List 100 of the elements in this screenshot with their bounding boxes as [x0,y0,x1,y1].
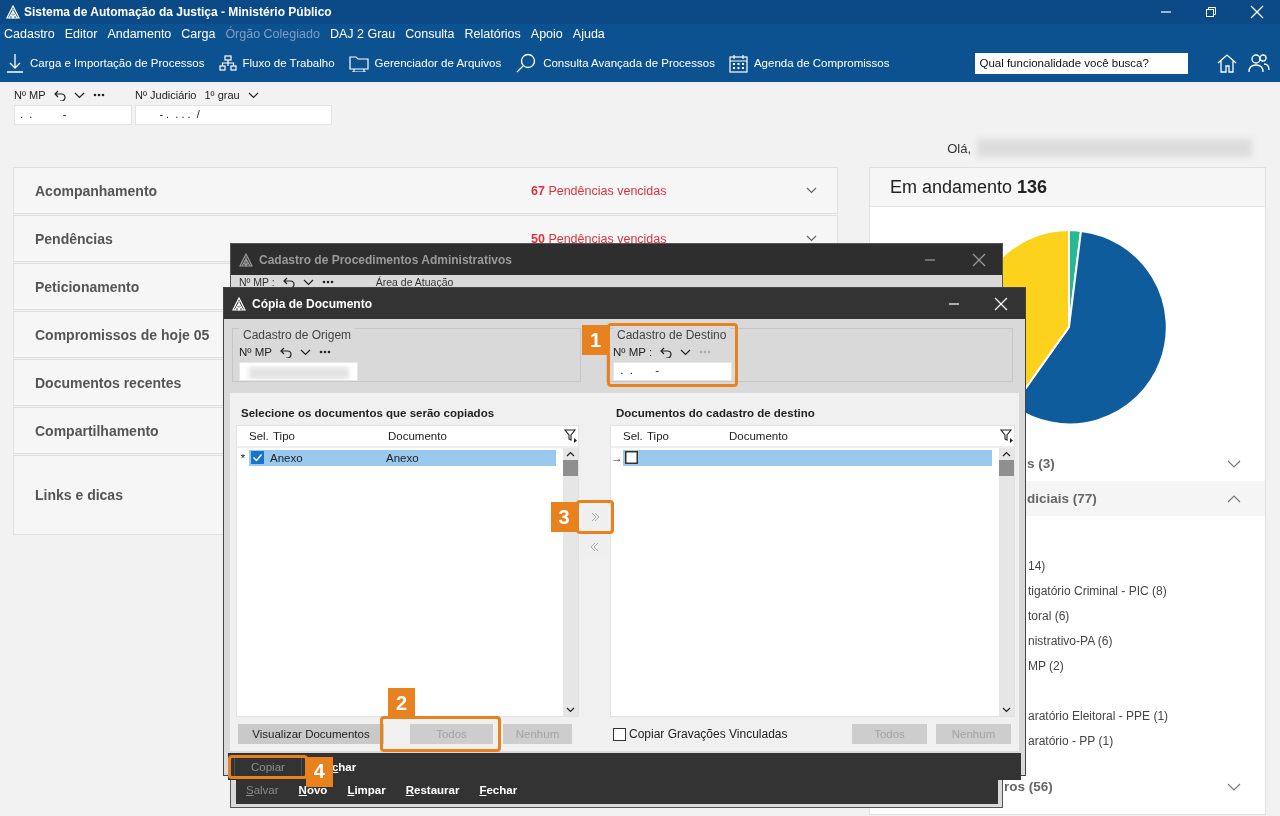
checkbox[interactable] [251,451,264,464]
toolbar-button[interactable]: Consulta Avançada de Processos [515,53,715,73]
undo-icon[interactable] [282,276,295,288]
toolbar-button[interactable]: Agenda de Compromissos [728,53,890,73]
action-button[interactable]: Visualizar Documentos [236,722,386,746]
column-header: Sel. [623,430,644,442]
input-field[interactable]: . . - [14,105,132,125]
filter-icon[interactable] [1000,429,1014,443]
chevron-down-icon[interactable] [73,91,85,99]
section-title: Compartilhamento [35,422,159,439]
menu-item[interactable]: Carga [181,27,216,41]
undo-icon[interactable] [660,346,673,358]
search-field[interactable]: Qual funcionalidade você busca? [975,52,1189,74]
action-link[interactable]: Limpar [347,783,386,796]
download-icon [6,53,24,73]
section-heading: Selecione os documentos que serão copiados [240,407,496,421]
column-header: Tipo [647,430,670,442]
category-item[interactable]: MP (2) [1028,654,1265,679]
category-item[interactable]: tigatório Criminal - PIC (8) [1028,579,1265,604]
search-icon [515,53,538,73]
checkbox-option[interactable]: Copiar Gravações Vinculadas [613,727,788,741]
field-label: Nº MP [239,346,272,358]
window-title: Sistema de Automação da Justiça - Ministério Público [24,5,332,19]
undo-icon[interactable] [53,89,66,101]
field-label: Nº MP : [613,346,653,358]
scroll-down-icon[interactable] [1002,707,1011,713]
chevron-down-icon[interactable] [302,278,314,286]
logo-icon [232,296,246,311]
checkbox[interactable] [625,451,638,464]
menu-item[interactable]: Cadastro [4,27,55,41]
more-icon[interactable] [318,350,331,354]
toolbar-button[interactable]: Carga e Importação de Processos [6,53,205,73]
category-item[interactable]: nistrativo-PA (6) [1028,629,1265,654]
row-marker: * [239,451,247,464]
section-title: Links e dicas [35,487,123,503]
scrollbar[interactable] [999,448,1014,716]
input-field[interactable]: . . - [613,362,732,381]
column-header: Documento [388,430,448,442]
category-item[interactable]: toral (6) [1028,604,1265,629]
section-title: Documentos recentes [35,374,182,391]
step-badge: 4 [305,756,333,787]
menu-item[interactable]: Apoio [530,27,563,41]
users-icon[interactable] [1248,53,1270,73]
degree-label: 1º grau [204,89,240,101]
category-item[interactable]: aratório Eleitoral - PPE (1) [1028,704,1265,729]
input-field[interactable] [239,362,358,381]
scroll-up-icon[interactable] [1002,451,1011,457]
more-icon[interactable] [92,93,105,97]
org-chart-icon [218,55,237,71]
greeting: Olá, [947,140,971,156]
menu-item[interactable]: Editor [64,27,98,41]
scroll-down-icon[interactable] [566,707,575,713]
filter-icon[interactable] [564,429,578,443]
category-item[interactable]: 14) [1028,554,1265,579]
window-title: Cópia de Documento [252,296,372,311]
chevron-down-icon[interactable] [299,348,311,356]
action-link[interactable]: char [331,760,357,773]
menu-item[interactable]: Ajuda [572,27,605,41]
folder-icon [348,54,369,72]
category-row[interactable]: s (3) [870,446,1265,481]
field-label: Nº MP [14,89,46,101]
chevron-down-icon[interactable] [680,348,692,356]
accordion-row[interactable]: Acompanhamento 67 Pendências vencidas [13,167,838,214]
field-label: Área de Atuação [375,276,454,288]
chevron-down-icon[interactable] [247,91,259,99]
overdue-count: 50 Pendências vencidas [531,231,667,246]
toolbar-button[interactable]: Gerenciador de Arquivos [348,54,502,72]
category-label: ros (56) [1004,779,1054,794]
double-chevron-left-icon [589,542,600,552]
calendar-icon [728,53,748,73]
category-item[interactable]: aratório - PP (1) [1028,729,1265,754]
section-title: Acompanhamento [35,182,158,199]
menu-item[interactable]: Consulta [405,27,455,41]
overdue-count: 67 Pendências vencidas [531,183,667,198]
column-header: Tipo [273,430,296,442]
section-heading: Documentos do cadastro de destino [615,407,816,421]
more-icon[interactable] [321,280,334,284]
menu-item[interactable]: DAJ 2 Grau [329,27,396,41]
menu-item[interactable]: Andamento [107,27,172,41]
scroll-up-icon[interactable] [566,451,575,457]
group-label: Cadastro de Origem [239,328,356,343]
toolbar-button[interactable]: Fluxo de Trabalho [218,55,335,71]
logo-icon [239,252,253,267]
undo-icon[interactable] [279,346,292,358]
restore-icon[interactable] [1205,6,1217,18]
input-field[interactable]: - . . . . / [135,105,332,125]
category-row[interactable]: ros (56) [870,769,1265,804]
panel-title: Em andamento 136 [890,176,1048,198]
step-badge: 2 [388,688,415,718]
table-row[interactable]: Anexo Anexo [249,449,556,466]
table-cell-text: Anexo [270,451,304,464]
action-link[interactable]: Restaurar [405,783,460,796]
chevron-up-icon[interactable] [1227,494,1241,503]
action-link[interactable]: Fechar [479,783,518,796]
menu-item[interactable]: Relatórios [464,27,521,41]
home-icon[interactable] [1216,53,1238,73]
column-header: Sel. [249,430,270,442]
scrollbar-thumb[interactable] [563,460,578,476]
category-label: diciais (77) [1027,491,1098,506]
scrollbar-thumb[interactable] [999,460,1014,476]
